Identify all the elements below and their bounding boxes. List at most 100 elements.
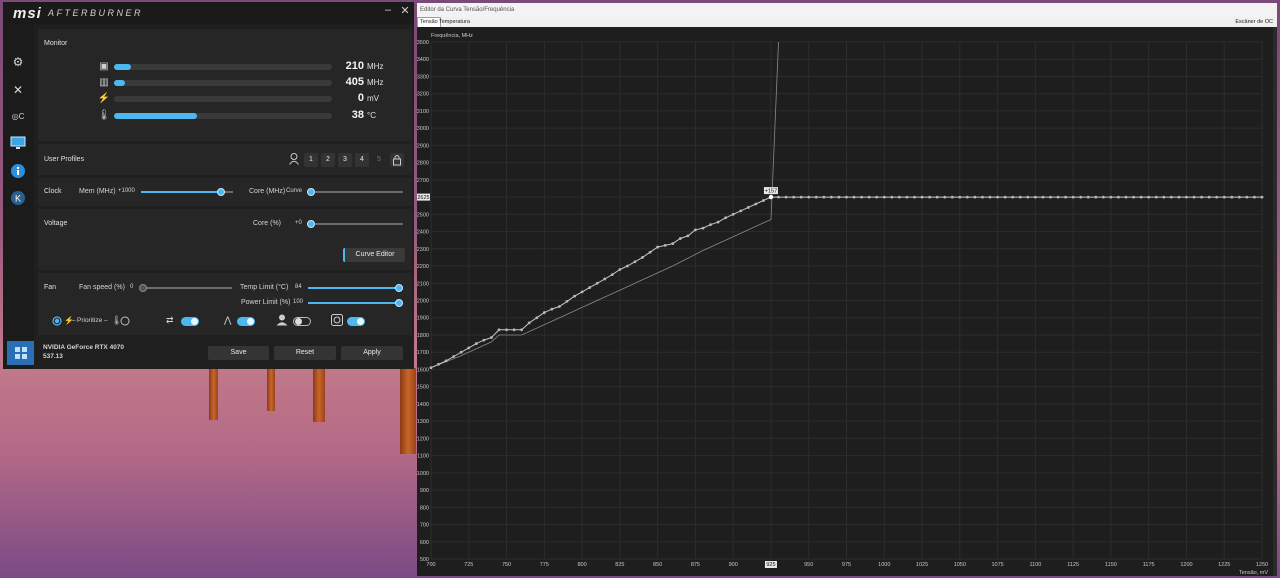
x-tick-label: 1150 xyxy=(1105,562,1117,568)
user-define-toggle[interactable] xyxy=(293,317,311,326)
curve-point xyxy=(1018,195,1022,199)
core-clock-slider-knob[interactable] xyxy=(307,188,315,196)
profile-slot-4[interactable]: 4 xyxy=(355,153,369,167)
mem-clock-slider[interactable] xyxy=(141,188,233,196)
oc-scanner-icon[interactable]: ◎C xyxy=(8,109,28,125)
vf-curve-svg[interactable]: 5006007008009001000110012001300140015001… xyxy=(417,27,1277,576)
temp-limit-slider[interactable] xyxy=(308,284,404,292)
curve-editor-button[interactable]: Curve Editor xyxy=(343,248,405,262)
core-clock-slider[interactable] xyxy=(307,188,403,196)
power-limit-slider-knob[interactable] xyxy=(395,299,404,307)
profile-slot-1[interactable]: 1 xyxy=(304,153,318,167)
k-boost-icon[interactable]: K xyxy=(10,190,26,206)
y-tick-label: 3400 xyxy=(417,57,429,63)
monitor-value: 0 xyxy=(357,92,364,104)
core-voltage-slider[interactable] xyxy=(307,220,403,228)
monitor-bar xyxy=(114,96,332,102)
curve-point xyxy=(1086,195,1090,199)
default-curve-line xyxy=(430,41,779,369)
curve-point xyxy=(618,268,622,271)
curve-point xyxy=(580,290,584,294)
fan-speed-slider-knob[interactable] xyxy=(139,284,147,292)
reset-button[interactable]: Reset xyxy=(274,346,336,360)
x-tick-label: 900 xyxy=(729,562,738,568)
x-tick-label: 850 xyxy=(653,562,662,568)
curve-point xyxy=(807,195,811,199)
curve-point xyxy=(633,260,637,264)
afterburner-subtitle: AFTERBURNER xyxy=(48,8,144,18)
vf-curve-chart[interactable]: 500 600 700 800 900 1000 1100 1200 1300 1400 1500 1… xyxy=(417,27,1277,576)
curve-icon: ⋀ xyxy=(224,315,232,325)
minimize-button[interactable]: – xyxy=(381,4,395,16)
x-tick-label: 875 xyxy=(691,562,700,568)
x-tick-label: 1175 xyxy=(1143,562,1155,568)
curve-point xyxy=(822,195,826,199)
info-icon[interactable] xyxy=(10,163,26,179)
monitor-bar-fill xyxy=(114,80,125,86)
profile-slot-5[interactable]: 5 xyxy=(372,153,386,167)
curve-point xyxy=(754,202,758,206)
link-toggle[interactable] xyxy=(181,317,199,326)
curve-point xyxy=(1260,195,1264,199)
curve-point xyxy=(746,206,750,209)
oc-scanner-link[interactable]: Escâner de OC xyxy=(1235,17,1273,27)
monitoring-icon[interactable]: ✕ xyxy=(10,82,26,98)
prioritize-radio-voltage[interactable] xyxy=(52,316,62,328)
settings-icon[interactable]: ⚙ xyxy=(10,54,26,70)
profile-slot-2[interactable]: 2 xyxy=(321,153,335,167)
power-limit-slider[interactable] xyxy=(308,299,404,307)
monitor-unit: MHz xyxy=(367,62,384,71)
lock-icon[interactable] xyxy=(390,153,404,167)
prioritize-radio-temp[interactable] xyxy=(120,316,130,328)
y-tick-label: 700 xyxy=(420,523,429,529)
core-voltage-slider-knob[interactable] xyxy=(307,220,315,228)
y-tick-label: 1400 xyxy=(417,402,429,408)
curve-point xyxy=(1245,195,1249,199)
curve-point xyxy=(641,256,644,259)
selected-curve-point xyxy=(768,194,774,200)
tab-temperature[interactable]: Temperatura xyxy=(437,17,472,27)
afterburner-titlebar[interactable]: msi AFTERBURNER – ✕ xyxy=(3,2,414,24)
y-tick-label: 900 xyxy=(420,488,429,494)
curve-point xyxy=(1049,195,1052,199)
curve-point xyxy=(542,311,546,314)
curve-point xyxy=(656,245,660,249)
gpu-chip-icon: ▣ xyxy=(99,61,109,72)
curve-point xyxy=(1079,195,1083,199)
fan-speed-slider[interactable] xyxy=(139,284,232,292)
prioritize-dash-left: – xyxy=(72,317,76,324)
monitor-bar xyxy=(114,80,332,86)
curve-editor-titlebar[interactable]: Editor da Curva Tensão/Frequência xyxy=(417,3,1277,17)
windows-tile-icon[interactable] xyxy=(7,341,34,365)
fan-title: Fan xyxy=(44,284,57,291)
curve-point xyxy=(897,195,901,199)
x-tick-label: 1125 xyxy=(1067,562,1079,568)
curve-point xyxy=(671,242,675,246)
curve-point xyxy=(678,237,682,240)
curve-point xyxy=(663,243,667,247)
monitor-value: 38 xyxy=(351,109,364,121)
mem-clock-slider-knob[interactable] xyxy=(217,188,226,196)
curve-point xyxy=(1064,195,1067,199)
fan-toggle[interactable] xyxy=(347,317,365,326)
display-icon[interactable] xyxy=(10,136,26,152)
vertical-scrollbar[interactable] xyxy=(1273,27,1277,576)
monitor-bar-fill xyxy=(114,64,132,70)
curve-point xyxy=(913,195,916,199)
curve-point xyxy=(520,328,524,332)
curve-point xyxy=(505,328,508,332)
curve-point xyxy=(996,195,999,199)
x-tick-label: 1225 xyxy=(1218,562,1230,568)
mem-clock-slider-fill xyxy=(141,191,222,193)
save-button[interactable]: Save xyxy=(208,346,269,360)
close-button[interactable]: ✕ xyxy=(398,4,412,17)
curve-toggle[interactable] xyxy=(237,317,255,326)
x-axis-label: Tensão, mV xyxy=(1239,570,1268,576)
profile-slot-3[interactable]: 3 xyxy=(338,153,352,167)
monitor-bar xyxy=(114,113,332,119)
curve-point xyxy=(1041,195,1045,199)
curve-point xyxy=(1200,195,1203,199)
apply-button[interactable]: Apply xyxy=(341,346,403,360)
curve-point xyxy=(1207,195,1211,199)
temp-limit-slider-knob[interactable] xyxy=(395,284,404,292)
